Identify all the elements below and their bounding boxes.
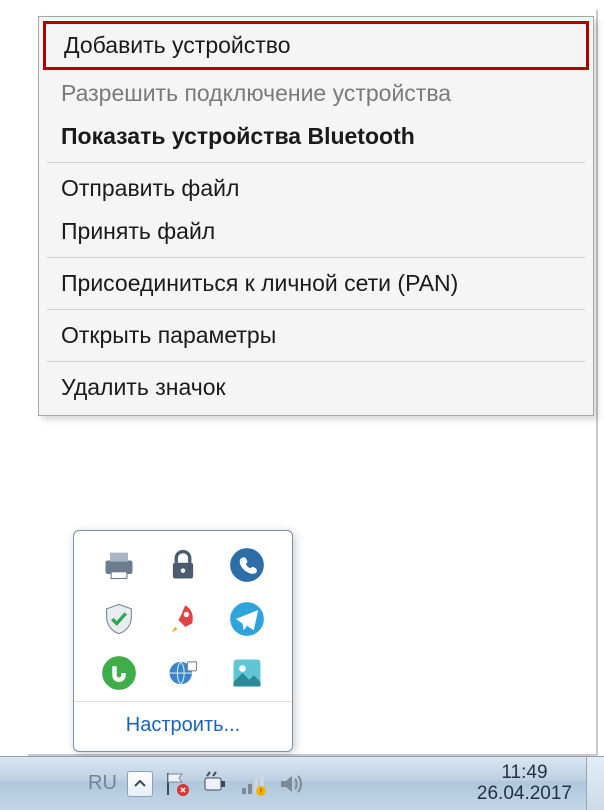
rocket-icon[interactable] [165, 601, 201, 637]
menu-item-label: Показать устройства Bluetooth [61, 123, 415, 149]
viber-icon[interactable] [229, 547, 265, 583]
chevron-up-icon [133, 777, 147, 791]
menu-item-allow-connection: Разрешить подключение устройства [43, 72, 589, 115]
menu-item-send-file[interactable]: Отправить файл [43, 167, 589, 210]
menu-separator [47, 309, 585, 310]
clock-date: 26.04.2017 [477, 784, 572, 805]
menu-separator [47, 257, 585, 258]
menu-item-add-device[interactable]: Добавить устройство [43, 21, 589, 70]
svg-text:!: ! [260, 787, 262, 796]
power-icon[interactable] [201, 770, 229, 798]
menu-item-label: Отправить файл [61, 175, 239, 201]
taskbar-clock[interactable]: 11:49 26.04.2017 [477, 763, 572, 805]
customize-label: Настроить... [126, 714, 240, 736]
hidden-icons-grid [74, 531, 292, 701]
show-hidden-icons-button[interactable] [127, 771, 153, 797]
menu-item-join-pan[interactable]: Присоединиться к личной сети (PAN) [43, 262, 589, 305]
menu-item-label: Присоединиться к личной сети (PAN) [61, 270, 458, 296]
telegram-icon[interactable] [229, 601, 265, 637]
menu-separator [47, 162, 585, 163]
language-indicator[interactable]: RU [88, 772, 117, 795]
menu-item-receive-file[interactable]: Принять файл [43, 210, 589, 253]
menu-item-show-bluetooth-devices[interactable]: Показать устройства Bluetooth [43, 115, 589, 158]
bluetooth-context-menu: Добавить устройство Разрешить подключени… [38, 16, 594, 416]
picasa-icon[interactable] [229, 655, 265, 691]
globe-icon[interactable] [165, 655, 201, 691]
customize-link[interactable]: Настроить... [74, 702, 292, 751]
utorrent-icon[interactable] [101, 655, 137, 691]
menu-separator [47, 361, 585, 362]
taskbar: RU ! 11:49 26.04.2017 [0, 756, 604, 810]
menu-item-label: Удалить значок [61, 374, 226, 400]
menu-item-remove-icon[interactable]: Удалить значок [43, 366, 589, 409]
padlock-icon[interactable] [165, 547, 201, 583]
printer-icon[interactable] [101, 547, 137, 583]
menu-item-label: Разрешить подключение устройства [61, 80, 451, 106]
menu-item-open-settings[interactable]: Открыть параметры [43, 314, 589, 357]
clock-time: 11:49 [477, 763, 572, 784]
volume-icon[interactable] [277, 770, 305, 798]
flag-icon[interactable] [163, 770, 191, 798]
hidden-icons-popup: Настроить... [73, 530, 293, 752]
menu-item-label: Принять файл [61, 218, 215, 244]
show-desktop-button[interactable] [586, 757, 604, 810]
shield-check-icon[interactable] [101, 601, 137, 637]
network-icon[interactable]: ! [239, 770, 267, 798]
menu-item-label: Открыть параметры [61, 322, 276, 348]
menu-item-label: Добавить устройство [64, 32, 291, 58]
